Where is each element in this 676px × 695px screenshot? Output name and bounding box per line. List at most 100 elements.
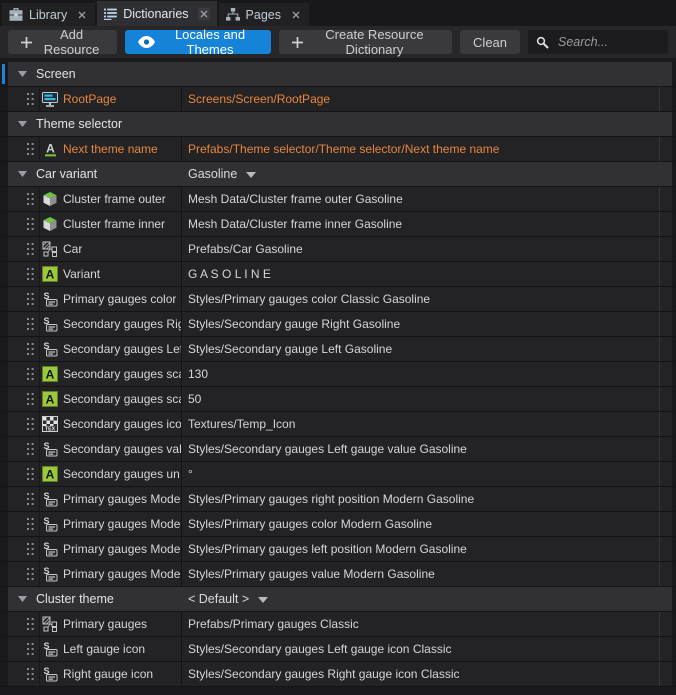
resource-value[interactable]: Prefabs/Car Gasoline — [181, 237, 660, 261]
resource-row[interactable]: Primary gaugesPrefabs/Primary gauges Cla… — [0, 612, 676, 637]
resource-row[interactable]: ASecondary gauges sca50 — [0, 387, 676, 412]
create-resource-dictionary-button[interactable]: Create Resource Dictionary — [279, 30, 452, 54]
tab-library[interactable]: Library — [2, 3, 95, 26]
drag-handle[interactable] — [8, 237, 40, 261]
resource-row[interactable]: SPrimary gauges colorStyles/Primary gaug… — [0, 287, 676, 312]
drag-handle[interactable] — [8, 487, 40, 511]
section-label: Car variant — [36, 167, 97, 181]
resource-value[interactable]: Styles/Primary gauges right position Mod… — [181, 487, 660, 511]
section-header-screen[interactable]: Screen — [0, 62, 676, 87]
section-header-theme-selector[interactable]: Theme selector — [0, 112, 676, 137]
resource-row[interactable]: ASecondary gauges un° — [0, 462, 676, 487]
resource-name: Secondary gauges ico — [63, 417, 181, 431]
drag-handle[interactable] — [8, 212, 40, 236]
resource-row[interactable]: ANext theme namePrefabs/Theme selector/T… — [0, 137, 676, 162]
resource-value[interactable]: Textures/Temp_Icon — [181, 412, 660, 436]
resource-value[interactable]: Styles/Primary gauges left position Mode… — [181, 537, 660, 561]
resource-value[interactable]: Styles/Secondary gauges Left gauge value… — [181, 437, 660, 461]
resource-value[interactable]: Styles/Secondary gauges Left gauge icon … — [181, 637, 660, 661]
drag-handle[interactable] — [8, 612, 40, 636]
resource-row[interactable]: SSecondary gauges LefStyles/Secondary ga… — [0, 337, 676, 362]
resource-value[interactable]: Mesh Data/Cluster frame outer Gasoline — [181, 187, 660, 211]
collapse-arrow-icon[interactable] — [18, 171, 27, 177]
resource-row[interactable]: AVariantG A S O L I N E — [0, 262, 676, 287]
resource-value[interactable]: Screens/Screen/RootPage — [181, 87, 660, 111]
car-variant-dropdown[interactable]: Gasoline — [188, 167, 256, 181]
resource-value[interactable]: Styles/Secondary gauge Left Gasoline — [181, 337, 660, 361]
collapse-arrow-icon[interactable] — [18, 121, 27, 127]
resource-value[interactable]: 50 — [181, 387, 660, 411]
row-end-cell — [660, 462, 672, 486]
dropdown-arrow-icon — [258, 592, 268, 606]
resource-row[interactable]: CarPrefabs/Car Gasoline — [0, 237, 676, 262]
drag-handle[interactable] — [8, 387, 40, 411]
mesh-icon — [42, 191, 58, 207]
resource-row[interactable]: SPrimary gauges ModeStyles/Primary gauge… — [0, 562, 676, 587]
resource-value[interactable]: Mesh Data/Cluster frame inner Gasoline — [181, 212, 660, 236]
style-icon: S — [42, 566, 58, 582]
resource-row[interactable]: Cluster frame outerMesh Data/Cluster fra… — [0, 187, 676, 212]
resource-row[interactable]: SPrimary gauges ModeStyles/Primary gauge… — [0, 487, 676, 512]
section-header-cluster-theme[interactable]: Cluster theme< Default > — [0, 587, 676, 612]
resource-row[interactable]: ASecondary gauges sca130 — [0, 362, 676, 387]
drag-handle[interactable] — [8, 312, 40, 336]
drag-handle[interactable] — [8, 287, 40, 311]
drag-handle[interactable] — [8, 87, 40, 111]
drag-handle[interactable] — [8, 537, 40, 561]
close-icon[interactable] — [290, 9, 302, 21]
resource-row[interactable]: SSecondary gauges RigStyles/Secondary ga… — [0, 312, 676, 337]
drag-handle[interactable] — [8, 187, 40, 211]
resource-value[interactable]: G A S O L I N E — [181, 262, 660, 286]
collapse-arrow-icon[interactable] — [18, 596, 27, 602]
resource-value[interactable]: Styles/Primary gauges value Modern Gasol… — [181, 562, 660, 586]
locales-and-themes-button[interactable]: Locales and Themes — [125, 30, 271, 54]
search-input[interactable] — [556, 34, 660, 50]
tab-dictionaries[interactable]: Dictionaries — [97, 1, 216, 26]
resource-table: ScreenRootPageScreens/Screen/RootPageThe… — [0, 62, 676, 687]
drag-handle[interactable] — [8, 362, 40, 386]
resource-name-cell: Car — [40, 237, 181, 261]
section-header-car-variant[interactable]: Car variant Gasoline — [0, 162, 676, 187]
clean-button[interactable]: Clean — [460, 30, 520, 54]
resource-row[interactable]: SPrimary gauges ModeStyles/Primary gauge… — [0, 512, 676, 537]
resource-value[interactable]: 130 — [181, 362, 660, 386]
drag-handle[interactable] — [8, 437, 40, 461]
row-gutter — [0, 187, 8, 211]
collapse-arrow-icon[interactable] — [18, 71, 27, 77]
resource-row[interactable]: SLeft gauge iconStyles/Secondary gauges … — [0, 637, 676, 662]
resource-value[interactable]: Styles/Primary gauges color Modern Gasol… — [181, 512, 660, 536]
search-box[interactable] — [528, 30, 668, 54]
add-resource-button[interactable]: Add Resource — [8, 30, 117, 54]
resource-row[interactable]: SSecondary gauges valStyles/Secondary ga… — [0, 437, 676, 462]
drag-handle[interactable] — [8, 637, 40, 661]
drag-handle[interactable] — [8, 462, 40, 486]
drag-handle[interactable] — [8, 512, 40, 536]
resource-value[interactable]: Prefabs/Theme selector/Theme selector/Ne… — [181, 137, 660, 161]
row-gutter — [672, 662, 676, 686]
resource-value[interactable]: Prefabs/Primary gauges Classic — [181, 612, 660, 636]
row-gutter — [672, 637, 676, 661]
tab-pages[interactable]: Pages — [219, 3, 309, 26]
resource-value[interactable]: Styles/Secondary gauges Right gauge icon… — [181, 662, 660, 686]
drag-handle[interactable] — [8, 337, 40, 361]
cluster-theme-dropdown[interactable]: < Default > — [188, 592, 268, 606]
resource-row[interactable]: SRight gauge iconStyles/Secondary gauges… — [0, 662, 676, 687]
library-icon — [9, 8, 23, 21]
drag-handle[interactable] — [8, 662, 40, 686]
drag-handle[interactable] — [8, 412, 40, 436]
resource-row[interactable]: RootPageScreens/Screen/RootPage — [0, 87, 676, 112]
drag-handle[interactable] — [8, 562, 40, 586]
resource-row[interactable]: Cluster frame innerMesh Data/Cluster fra… — [0, 212, 676, 237]
resource-value[interactable]: Styles/Secondary gauge Right Gasoline — [181, 312, 660, 336]
close-icon[interactable] — [198, 8, 210, 20]
resource-value[interactable]: Styles/Primary gauges color Classic Gaso… — [181, 287, 660, 311]
drag-handle[interactable] — [8, 137, 40, 161]
style-icon: S — [42, 291, 58, 307]
close-icon[interactable] — [76, 9, 88, 21]
drag-handle[interactable] — [8, 262, 40, 286]
resource-row[interactable]: SPrimary gauges ModeStyles/Primary gauge… — [0, 537, 676, 562]
dropdown-value: Gasoline — [188, 167, 237, 181]
row-gutter — [0, 487, 8, 511]
resource-value[interactable]: ° — [181, 462, 660, 486]
resource-row[interactable]: TEXSecondary gauges icoTextures/Temp_Ico… — [0, 412, 676, 437]
